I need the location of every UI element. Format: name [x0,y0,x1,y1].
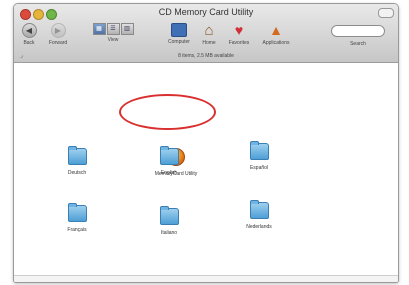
back-arrow-icon: ◀ [21,23,37,38]
toolbar-toggle-button[interactable] [378,8,394,18]
view-label: View [107,37,119,43]
status-bar: 8 items, 2.5 MB available [178,53,234,59]
forward-button[interactable]: ▶ Forward [44,23,72,46]
folder-item[interactable]: Deutsch [44,146,110,176]
folder-label: Italiano [160,230,178,236]
highlight-circle [119,94,216,130]
folder-icon [249,141,269,160]
folder-icon [159,206,179,225]
applications-icon: ▲ [269,22,283,38]
folder-item[interactable]: Nederlands [226,200,292,230]
heart-icon: ♥ [234,22,244,38]
home-button[interactable]: ⌂ Home [196,23,222,46]
folder-item[interactable]: Français [44,203,110,233]
folder-item[interactable]: Italiano [136,206,202,236]
icon-view-button[interactable]: ▦ [92,23,106,35]
forward-label: Forward [48,40,68,46]
folder-icon [67,146,87,165]
column-view-button[interactable]: ▥ [120,23,134,35]
view-control[interactable]: ▦ ☰ ▥ View [92,23,134,43]
finder-window: CD Memory Card Utility ◀ Back ▶ Forward … [13,3,399,283]
folder-label: Nederlands [246,224,272,230]
folder-label: Español [249,165,269,171]
window-title: CD Memory Card Utility [158,7,254,17]
folder-item[interactable]: Español [226,141,292,171]
computer-label: Computer [168,39,190,45]
folder-icon [249,200,269,219]
back-button[interactable]: ◀ Back [16,23,42,46]
computer-icon [171,23,187,37]
computer-button[interactable]: Computer [162,23,196,45]
list-view-button[interactable]: ☰ [106,23,120,35]
window-bottom-bar [14,275,398,282]
folder-label: Deutsch [67,170,87,176]
back-label: Back [23,40,35,46]
applications-button[interactable]: ▲ Applications [256,22,296,47]
folder-icon [67,203,87,222]
forward-arrow-icon: ▶ [50,23,66,38]
folder-item[interactable]: English [136,146,202,176]
folder-label: Français [67,227,87,233]
folder-icon [159,146,179,165]
home-label: Home [202,40,216,46]
applications-label: Applications [262,40,290,46]
search-input[interactable] [331,25,385,37]
home-icon: ⌂ [204,22,214,39]
folder-label: English [160,170,178,176]
folder-content: MemoryCard Utility Deutsch English Españ… [14,63,398,282]
view-buttons: ▦ ☰ ▥ [92,23,134,35]
search-label: Search [350,41,366,47]
favorites-label: Favorites [228,40,250,46]
favorites-button[interactable]: ♥ Favorites [224,22,254,47]
title-bar: CD Memory Card Utility ◀ Back ▶ Forward … [14,4,398,63]
